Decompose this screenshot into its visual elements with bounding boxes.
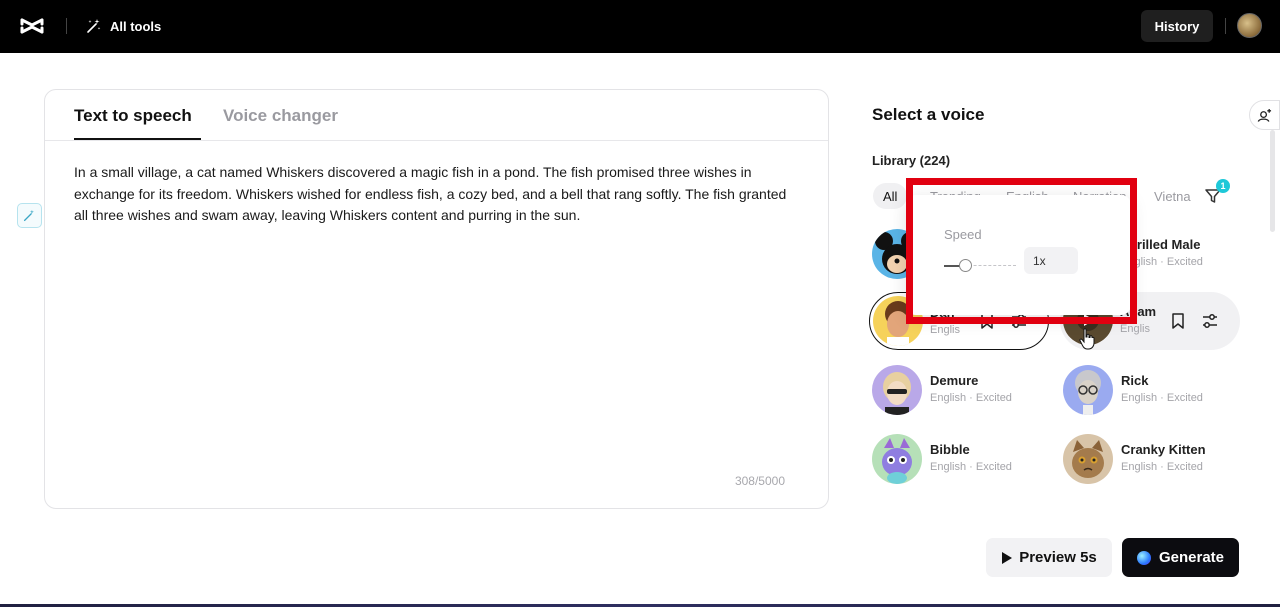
- topbar-divider: [66, 18, 67, 34]
- speed-slider[interactable]: [944, 259, 1016, 273]
- voice-meta: English · Excited: [1121, 392, 1203, 404]
- voice-avatar: [1063, 434, 1113, 484]
- voice-card[interactable]: Demure English · Excited: [872, 361, 1048, 417]
- editor-tabs: Text to speech Voice changer: [45, 90, 828, 141]
- filter-count-badge: 1: [1216, 179, 1230, 193]
- speed-label: Speed: [944, 227, 982, 242]
- history-button[interactable]: History: [1141, 10, 1213, 42]
- voice-meta: English · Excited: [930, 461, 1012, 473]
- chip-all[interactable]: All: [873, 183, 908, 209]
- custom-voice-button[interactable]: [1249, 100, 1280, 130]
- voice-card[interactable]: Rick English · Excited: [1063, 361, 1239, 417]
- speed-value-input[interactable]: 1x: [1024, 247, 1078, 274]
- voice-avatar: [872, 434, 922, 484]
- tab-text-to-speech[interactable]: Text to speech: [74, 106, 192, 126]
- voice-meta: Englis: [930, 324, 960, 336]
- script-textarea[interactable]: In a small village, a cat named Whiskers…: [74, 162, 804, 227]
- text-editor-card: Text to speech Voice changer In a small …: [44, 89, 829, 509]
- ai-rewrite-button[interactable]: [17, 203, 42, 228]
- preview-button[interactable]: Preview 5s: [986, 538, 1112, 577]
- magic-wand-icon: [87, 19, 101, 33]
- generate-label: Generate: [1158, 549, 1225, 566]
- add-voice-icon: [1257, 108, 1272, 122]
- preview-label: Preview 5s: [1019, 549, 1097, 566]
- voice-name: Demure: [930, 373, 979, 388]
- hand-cursor-icon: [1079, 328, 1095, 350]
- magic-wand-icon: [23, 209, 35, 222]
- all-tools-label: All tools: [110, 18, 162, 34]
- tab-voice-changer[interactable]: Voice changer: [223, 106, 338, 126]
- library-count: Library (224): [872, 153, 951, 168]
- voice-card[interactable]: Cranky Kitten English · Excited: [1063, 430, 1239, 486]
- voice-avatar: [872, 365, 922, 415]
- voice-name: Rick: [1121, 373, 1149, 388]
- active-tab-indicator: [74, 138, 201, 140]
- top-bar: All tools History: [0, 0, 1280, 53]
- slider-handle[interactable]: [959, 259, 973, 272]
- topbar-divider: [1225, 18, 1226, 34]
- bookmark-icon[interactable]: [1169, 312, 1187, 330]
- chip-vietnamese[interactable]: Vietna: [1144, 183, 1201, 209]
- all-tools-button[interactable]: All tools: [86, 15, 161, 37]
- character-count: 308/5000: [734, 474, 785, 488]
- select-voice-title: Select a voice: [872, 105, 985, 124]
- voice-name: Bibble: [930, 442, 970, 457]
- capcut-logo[interactable]: [19, 13, 45, 39]
- play-icon: [1002, 551, 1013, 564]
- voice-card[interactable]: Bibble English · Excited: [872, 430, 1048, 486]
- voice-meta: English · Excited: [930, 392, 1012, 404]
- voice-meta: Englis: [1120, 323, 1150, 335]
- generate-orb-icon: [1136, 550, 1151, 565]
- voice-meta: English · Excited: [1121, 461, 1203, 473]
- speed-popover: Speed 1x: [906, 195, 1131, 315]
- voice-name: Cranky Kitten: [1121, 442, 1206, 457]
- generate-button[interactable]: Generate: [1122, 538, 1239, 577]
- voice-avatar: [1063, 365, 1113, 415]
- voice-list-scrollbar[interactable]: [1270, 130, 1275, 232]
- voice-name: Thrilled Male: [1121, 237, 1201, 252]
- user-avatar[interactable]: [1237, 13, 1262, 38]
- voice-settings-icon[interactable]: [1201, 312, 1219, 330]
- voice-meta: English · Excited: [1121, 256, 1203, 268]
